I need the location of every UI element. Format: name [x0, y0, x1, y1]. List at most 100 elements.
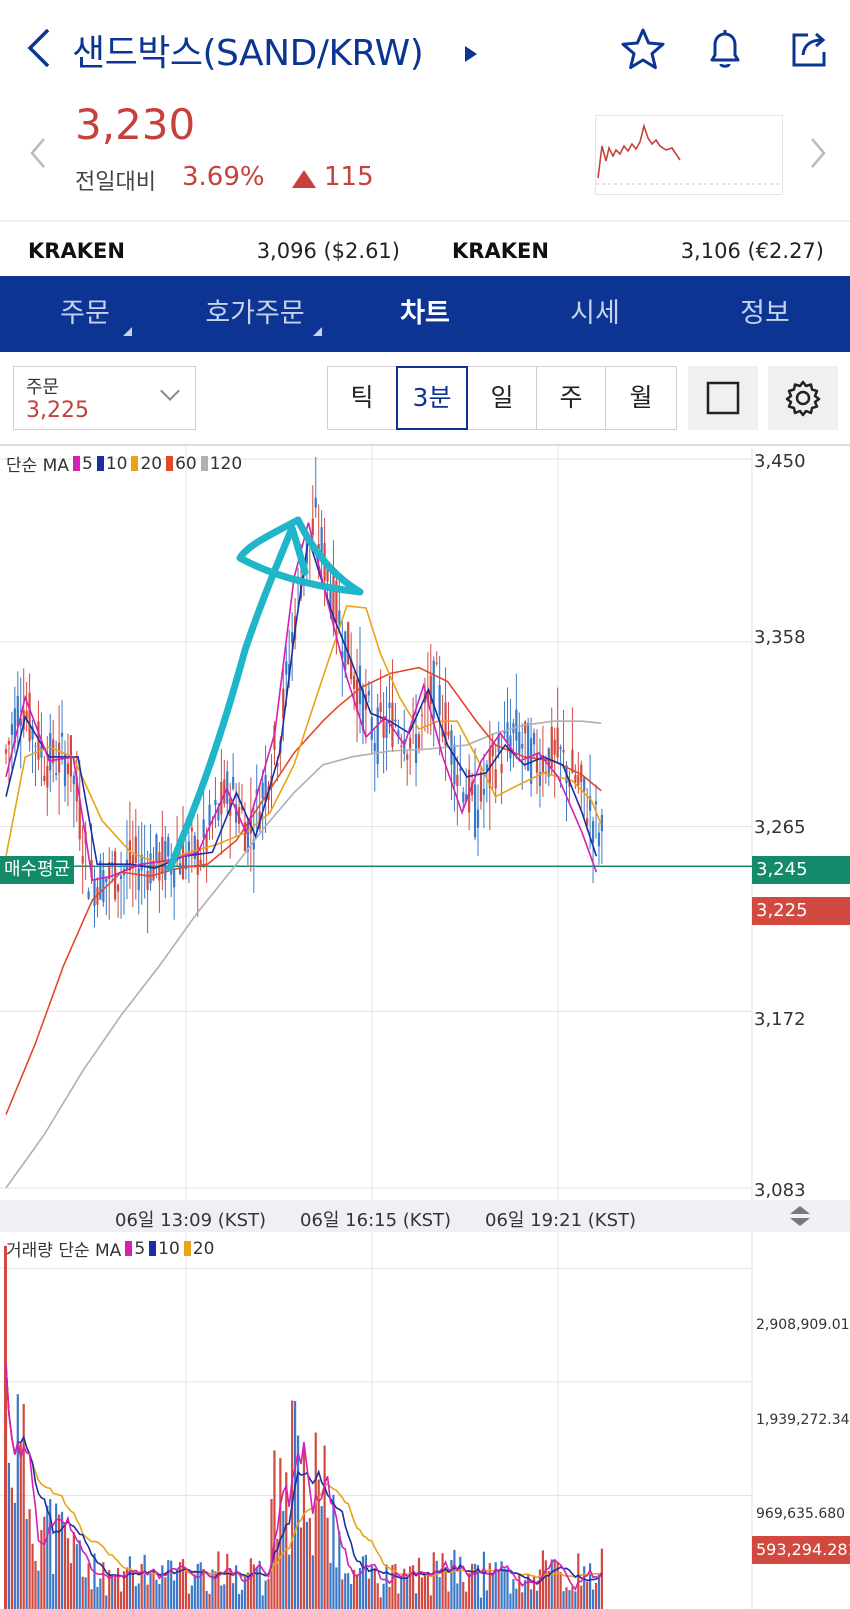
volume-bar	[406, 1577, 409, 1609]
volume-bar	[562, 1591, 565, 1609]
next-coin-icon[interactable]	[808, 136, 828, 179]
volume-bar	[347, 1573, 350, 1609]
volume-bar	[385, 1564, 388, 1609]
legend-ma: 20	[192, 1238, 215, 1259]
volume-bar	[96, 1586, 99, 1609]
volume-bar	[158, 1583, 161, 1609]
volume-bar	[323, 1445, 326, 1609]
title-dropdown-icon[interactable]	[465, 46, 477, 62]
tab-chart[interactable]: 차트	[385, 276, 465, 352]
volume-bar	[574, 1591, 577, 1609]
tab-bar: 주문 호가주문 차트 시세 정보	[0, 276, 850, 352]
legend-swatch	[183, 1241, 191, 1256]
candle-body	[7, 740, 11, 745]
volume-bar	[93, 1553, 96, 1609]
tab-quote-order[interactable]: 호가주문	[200, 276, 322, 352]
candle-body	[66, 763, 70, 775]
volume-bar	[72, 1532, 75, 1609]
volume-bar	[414, 1593, 418, 1609]
tab-info[interactable]: 정보	[725, 276, 805, 352]
legend-swatch	[149, 1241, 157, 1256]
volume-bar	[314, 1432, 317, 1609]
candle-body	[102, 870, 105, 903]
price-chart[interactable]	[0, 446, 850, 1609]
volume-bar	[370, 1565, 373, 1609]
volume-bar	[46, 1505, 49, 1609]
candle-body	[181, 843, 185, 880]
volume-bar	[344, 1573, 347, 1609]
volume-bar	[553, 1559, 556, 1609]
mini-sparkline[interactable]	[595, 115, 783, 195]
candle-body	[367, 690, 370, 696]
ma20-line	[5, 605, 602, 866]
volume-bar	[117, 1567, 120, 1609]
volume-bar	[52, 1573, 55, 1609]
submenu-indicator-icon	[123, 327, 132, 336]
tab-market[interactable]: 시세	[555, 276, 635, 352]
volume-bar	[28, 1509, 31, 1609]
volume-bar	[211, 1569, 214, 1609]
candle-body	[503, 731, 506, 734]
volume-bar	[137, 1583, 140, 1609]
candle-body	[556, 727, 559, 758]
favorite-star-icon[interactable]	[618, 24, 668, 74]
divider	[0, 220, 850, 222]
candle-body	[553, 739, 556, 755]
legend-ma: 60	[175, 453, 197, 474]
volume-bar	[329, 1562, 332, 1609]
period-week[interactable]: 주	[536, 366, 606, 430]
volume-bar	[583, 1566, 586, 1609]
legend-ma: 5	[81, 453, 93, 474]
period-month[interactable]: 월	[605, 366, 677, 430]
volume-bar	[444, 1567, 447, 1609]
period-tick[interactable]: 틱	[327, 366, 397, 430]
volume-bar	[143, 1554, 146, 1609]
volume-bar	[37, 1570, 40, 1609]
legend-ma: 10	[105, 453, 128, 474]
candle-body	[473, 784, 477, 838]
volume-bar	[379, 1597, 382, 1609]
resize-panel-icon[interactable]	[788, 1204, 812, 1232]
volume-bar	[350, 1583, 353, 1609]
x-label: 06일 13:09 (KST)	[115, 1210, 267, 1231]
period-3min[interactable]: 3분	[396, 366, 468, 430]
volume-bar	[58, 1514, 61, 1609]
period-day[interactable]: 일	[467, 366, 537, 430]
x-label: 06일 16:15 (KST)	[300, 1210, 452, 1231]
volume-bar	[114, 1576, 117, 1609]
volume-bar	[420, 1577, 424, 1609]
volume-bar	[184, 1570, 188, 1609]
volume-bar	[482, 1551, 485, 1609]
ma120-line	[5, 720, 602, 1189]
volume-bar	[382, 1583, 385, 1609]
tab-order[interactable]: 주문	[50, 276, 132, 352]
volume-bar	[456, 1583, 459, 1609]
volume-bar	[432, 1552, 435, 1609]
candle-body	[476, 809, 480, 828]
settings-gear-icon[interactable]	[768, 366, 838, 430]
prev-coin-icon[interactable]	[28, 136, 48, 179]
volume-bar	[208, 1593, 211, 1609]
volume-bar	[273, 1450, 276, 1609]
volume-bar	[441, 1553, 444, 1609]
share-icon[interactable]	[784, 24, 834, 74]
volume-bar	[187, 1593, 190, 1609]
candle-body	[81, 855, 84, 864]
bell-icon[interactable]	[700, 24, 750, 74]
fullscreen-toggle-icon[interactable]	[688, 366, 758, 430]
back-icon[interactable]	[22, 26, 56, 70]
page-title[interactable]: 샌드박스(SAND/KRW)	[72, 24, 424, 76]
volume-bar	[491, 1575, 494, 1609]
volume-bar	[190, 1585, 193, 1609]
candle-body	[391, 702, 394, 747]
candle-body	[409, 737, 412, 749]
volume-bar	[196, 1563, 199, 1609]
candle-body	[190, 827, 193, 832]
volume-bar	[497, 1570, 500, 1609]
volume-bar	[530, 1589, 533, 1609]
volume-bar	[438, 1577, 441, 1609]
legend-prefix: 단순 MA	[6, 456, 69, 476]
volume-bar	[193, 1574, 196, 1609]
volume-bar	[302, 1445, 306, 1609]
volume-bar	[503, 1568, 506, 1609]
